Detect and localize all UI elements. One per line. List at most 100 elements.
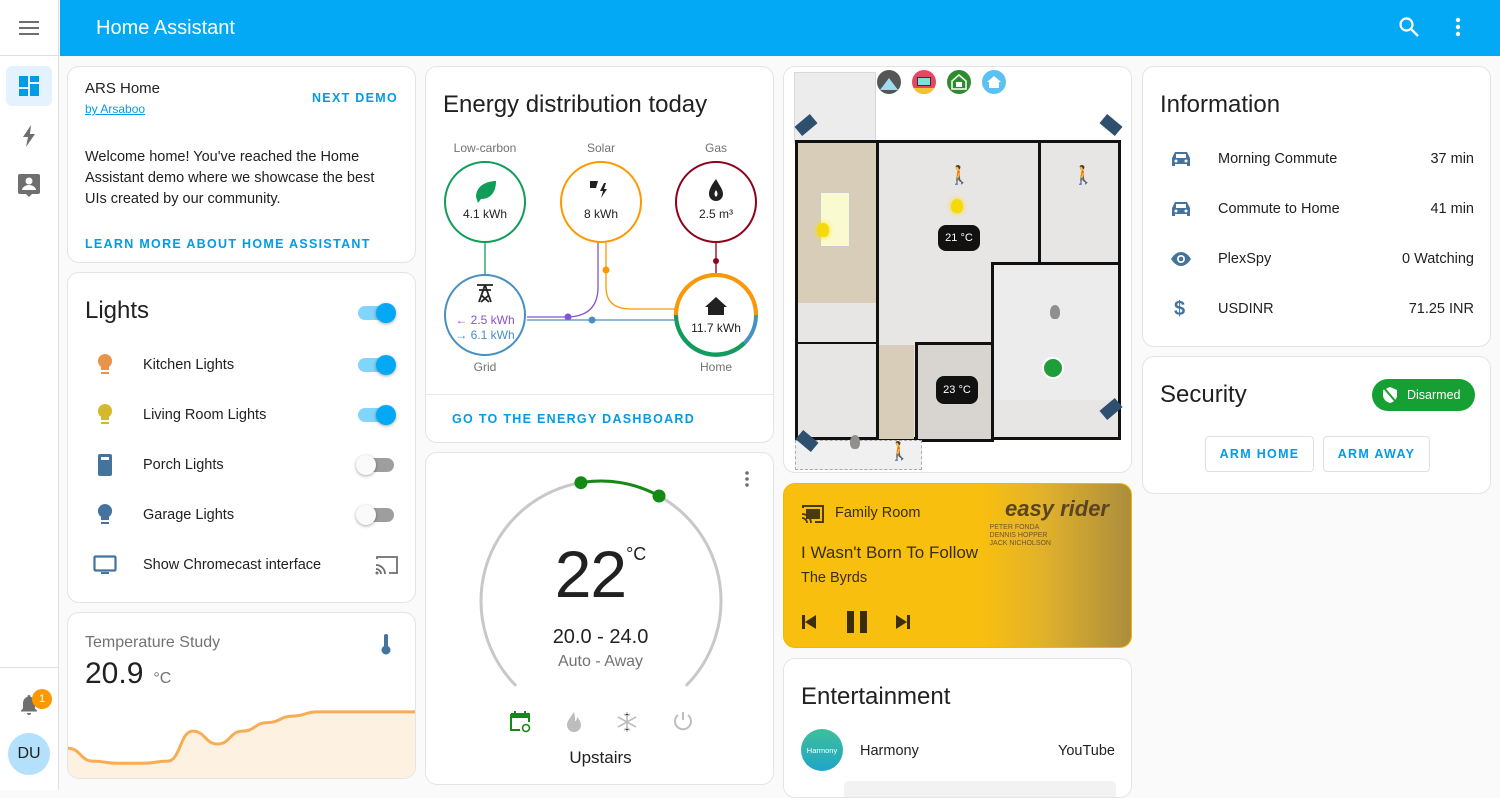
harmony-logo: Harmony: [801, 729, 843, 771]
entertainment-card: Entertainment Harmony Harmony YouTube: [783, 658, 1132, 798]
grid-return-value: ← 2.5 kWh: [455, 313, 515, 327]
lock-house-icon[interactable]: [947, 70, 971, 94]
light-row-living-room: Living Room Lights: [68, 403, 415, 427]
next-demo-button[interactable]: NEXT DEMO: [312, 91, 398, 105]
energy-dashboard-link[interactable]: GO TO THE ENERGY DASHBOARD: [452, 412, 695, 426]
info-row[interactable]: $ USDINR 71.25 INR: [1143, 297, 1490, 321]
light-row-garage: Garage Lights: [68, 503, 415, 527]
snowflake-icon[interactable]: [616, 711, 638, 733]
chromecast-row: Show Chromecast interface: [68, 553, 415, 577]
sidebar-item-overview[interactable]: [6, 66, 52, 106]
flow-dot: [588, 316, 596, 324]
thermostat-name: Upstairs: [569, 748, 632, 767]
home-icon[interactable]: [982, 70, 1006, 94]
arm-home-button[interactable]: ARM HOME: [1205, 436, 1314, 472]
light-label: Kitchen Lights: [143, 357, 235, 373]
user-avatar[interactable]: DU: [8, 733, 50, 775]
garage-door-icon[interactable]: [1042, 357, 1064, 379]
lightbulb-icon[interactable]: [850, 435, 860, 449]
information-title: Information: [1160, 91, 1281, 118]
sidebar-item-map[interactable]: [6, 166, 52, 206]
media-device-name: Family Room: [835, 505, 921, 521]
overflow-menu-button[interactable]: [1455, 16, 1461, 43]
lights-master-toggle[interactable]: [358, 303, 396, 323]
wall: [1038, 143, 1041, 263]
light-label: Porch Lights: [143, 457, 224, 473]
chromecast-label: Show Chromecast interface: [143, 557, 322, 573]
arlo-icon[interactable]: [877, 70, 901, 94]
dashboard-icon: [19, 76, 39, 96]
search-icon: [1399, 17, 1419, 37]
info-label: Commute to Home: [1218, 201, 1340, 217]
lightbulb-icon: [97, 403, 113, 424]
low-carbon-value: 4.1 kWh: [462, 207, 507, 221]
search-button[interactable]: [1398, 16, 1420, 43]
notification-badge: 1: [32, 689, 52, 709]
fire-icon[interactable]: [566, 711, 582, 733]
target-range: 20.0 - 24.0: [552, 626, 649, 648]
television-icon: [93, 555, 117, 574]
learn-more-link[interactable]: LEARN MORE ABOUT HOME ASSISTANT: [85, 237, 371, 251]
entertainment-title: Entertainment: [801, 683, 951, 710]
low-target-handle[interactable]: [574, 476, 588, 490]
dial-target-range: [580, 479, 660, 498]
lightning-bolt-icon: [23, 125, 35, 147]
cast-connected-icon: [801, 505, 824, 524]
light-switch-icon: [98, 454, 112, 476]
entertainment-item-label: Harmony: [860, 743, 919, 759]
light-toggle[interactable]: [356, 455, 394, 475]
kitchen-island: [820, 192, 850, 247]
demo-title: ARS Home: [85, 80, 161, 97]
demo-author-link[interactable]: by Arsaboo: [85, 102, 145, 116]
sidebar-item-energy[interactable]: [6, 116, 52, 156]
motion-sensor-icon[interactable]: 🚶: [1072, 165, 1094, 186]
skip-previous-icon[interactable]: [802, 615, 816, 629]
skip-next-icon[interactable]: [896, 615, 910, 629]
high-target-handle[interactable]: [652, 489, 666, 503]
flow-solar-home: [605, 243, 675, 310]
power-icon[interactable]: [673, 711, 693, 731]
car-icon: [1172, 152, 1190, 166]
thermostat-badge[interactable]: 23 °C: [936, 376, 978, 404]
arm-away-button[interactable]: ARM AWAY: [1323, 436, 1430, 472]
light-label: Garage Lights: [143, 507, 235, 523]
lightbulb-icon[interactable]: [817, 223, 829, 237]
eye-icon: [1171, 252, 1191, 266]
demo-description: Welcome home! You've reached the Home As…: [85, 149, 375, 207]
energy-flow-diagram: [444, 161, 758, 357]
sensor-name: Temperature Study: [85, 634, 221, 651]
activity-select[interactable]: YouTube: [1058, 743, 1115, 759]
motion-sensor-icon[interactable]: 🚶: [948, 165, 970, 186]
temperature-card[interactable]: Temperature Study 20.9 °C: [67, 612, 416, 779]
home-value: 11.7 kWh: [691, 321, 741, 335]
cast-icon[interactable]: [375, 555, 399, 575]
pause-icon[interactable]: [847, 611, 867, 633]
light-toggle[interactable]: [358, 355, 396, 375]
info-row[interactable]: Commute to Home 41 min: [1143, 197, 1490, 221]
media-track-title: I Wasn't Born To Follow: [801, 543, 979, 562]
light-toggle[interactable]: [358, 405, 396, 425]
info-label: USDINR: [1218, 301, 1274, 317]
light-toggle[interactable]: [356, 505, 394, 525]
lightbulb-icon[interactable]: [1050, 305, 1060, 319]
car-icon: [1172, 202, 1190, 216]
info-label: Morning Commute: [1218, 151, 1338, 167]
lightbulb-icon: [97, 503, 113, 524]
thermostat-badge[interactable]: 21 °C: [938, 225, 980, 251]
floorplan-card: 21 °C 23 °C 🚶 🚶 🚶: [783, 66, 1132, 473]
info-row[interactable]: PlexSpy 0 Watching: [1143, 247, 1490, 271]
flow-solar-grid: [527, 243, 599, 318]
lightbulb-icon[interactable]: [951, 199, 963, 213]
calendar-sync-icon[interactable]: [509, 711, 531, 733]
info-label: PlexSpy: [1218, 251, 1272, 267]
tv-icon[interactable]: [912, 70, 936, 94]
info-value: 41 min: [1430, 201, 1474, 217]
camera-icon[interactable]: [1099, 113, 1123, 137]
media-player-card[interactable]: easy rider PETER FONDA DENNIS HOPPER JACK …: [783, 483, 1132, 648]
menu-button[interactable]: [0, 0, 58, 56]
motion-sensor-icon[interactable]: 🚶: [888, 441, 910, 462]
app-title: Home Assistant: [96, 16, 235, 39]
hvac-mode: Auto - Away: [557, 653, 644, 670]
solar-label: Solar: [586, 141, 615, 155]
info-row[interactable]: Morning Commute 37 min: [1143, 147, 1490, 171]
